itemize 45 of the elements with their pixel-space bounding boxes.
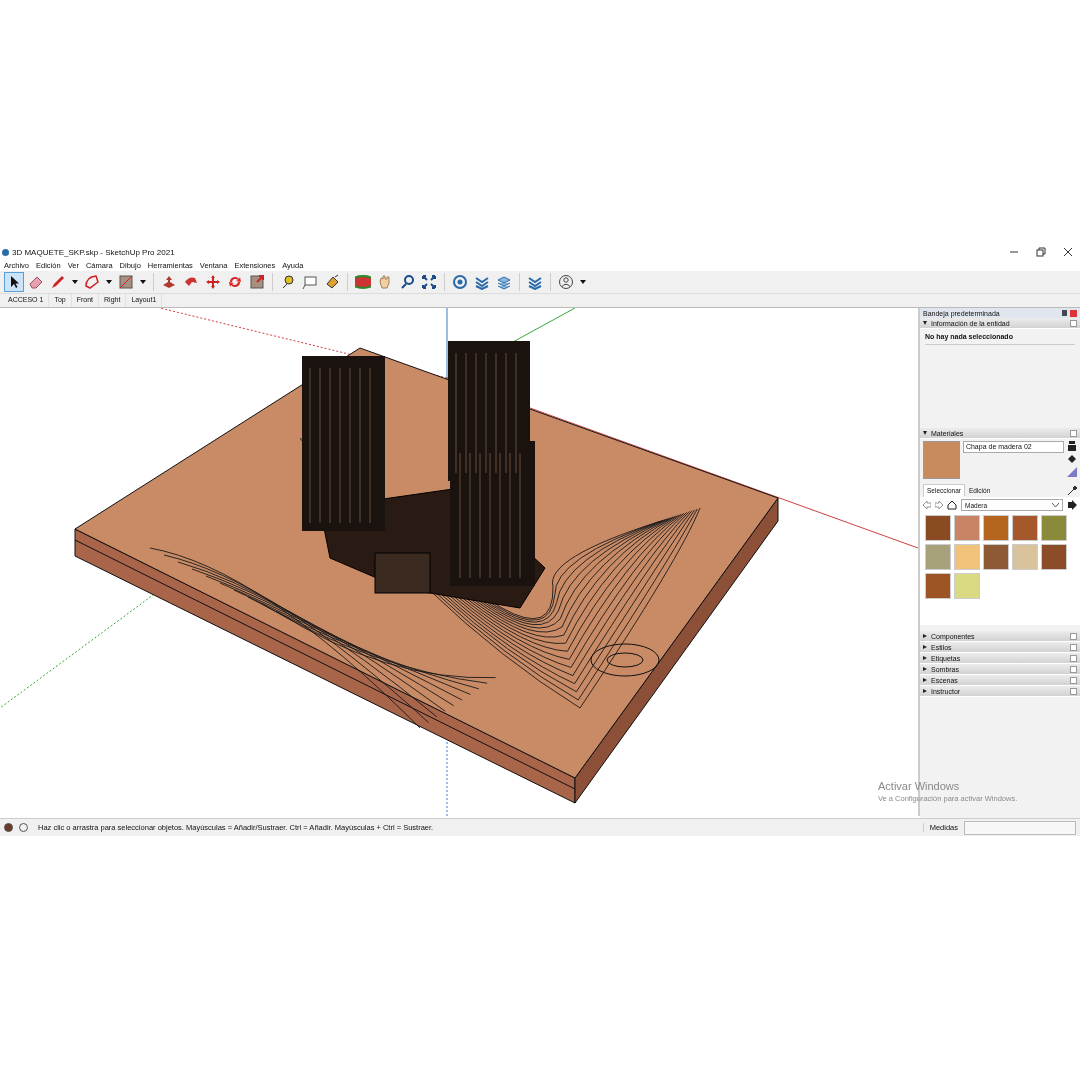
expand-triangle-icon[interactable]	[923, 634, 927, 638]
caret-icon[interactable]	[106, 280, 112, 284]
expand-triangle-icon[interactable]	[923, 431, 927, 435]
material-swatch[interactable]	[954, 515, 980, 541]
caret-icon[interactable]	[72, 280, 78, 284]
material-swatch[interactable]	[925, 515, 951, 541]
select-tool-icon[interactable]	[4, 272, 24, 292]
caret-icon[interactable]	[580, 280, 586, 284]
expand-triangle-icon[interactable]	[923, 689, 927, 693]
expand-triangle-icon[interactable]	[923, 678, 927, 682]
material-swatch[interactable]	[1041, 515, 1067, 541]
material-swatch[interactable]	[925, 573, 951, 599]
caret-icon[interactable]	[140, 280, 146, 284]
user-tool-icon[interactable]	[556, 272, 576, 292]
activation-notice-title: Activar Windows	[878, 780, 961, 792]
material-swatch[interactable]	[1012, 515, 1038, 541]
expand-triangle-icon[interactable]	[923, 656, 927, 660]
chevron-down-icon[interactable]	[1052, 502, 1059, 508]
app-logo-icon	[2, 248, 9, 256]
window-title: 3D MAQUETE_SKP.skp - SketchUp Pro 2021	[12, 247, 175, 257]
restore-icon[interactable]	[1036, 247, 1046, 257]
expand-triangle-icon[interactable]	[923, 645, 927, 649]
forward-arrow-icon[interactable]	[935, 501, 943, 509]
measurements-field[interactable]	[964, 820, 1076, 835]
material-swatch[interactable]	[954, 573, 980, 599]
eyedropper-icon[interactable]	[1067, 485, 1077, 496]
material-swatch[interactable]	[983, 544, 1009, 570]
expand-triangle-icon[interactable]	[923, 321, 927, 325]
arc-tool-icon[interactable]	[82, 272, 102, 292]
expand-triangle-icon[interactable]	[923, 667, 927, 671]
create-material-icon[interactable]	[1067, 441, 1077, 451]
material-swatch[interactable]	[1012, 544, 1038, 570]
scale-tool-icon[interactable]	[247, 272, 267, 292]
material-swatch[interactable]	[954, 544, 980, 570]
close-icon[interactable]	[1063, 247, 1073, 257]
material-swatch[interactable]	[925, 544, 951, 570]
back-arrow-icon[interactable]	[923, 501, 931, 509]
paint-bucket-icon[interactable]	[1067, 454, 1077, 464]
details-arrow-icon[interactable]	[1067, 500, 1077, 510]
geolocation-icon[interactable]	[4, 823, 13, 832]
rect-tool-icon[interactable]	[116, 272, 136, 292]
material-swatch[interactable]	[1041, 544, 1067, 570]
material-swatch[interactable]	[983, 515, 1009, 541]
home-icon[interactable]	[947, 500, 957, 510]
extents-tool-icon[interactable]	[419, 272, 439, 292]
